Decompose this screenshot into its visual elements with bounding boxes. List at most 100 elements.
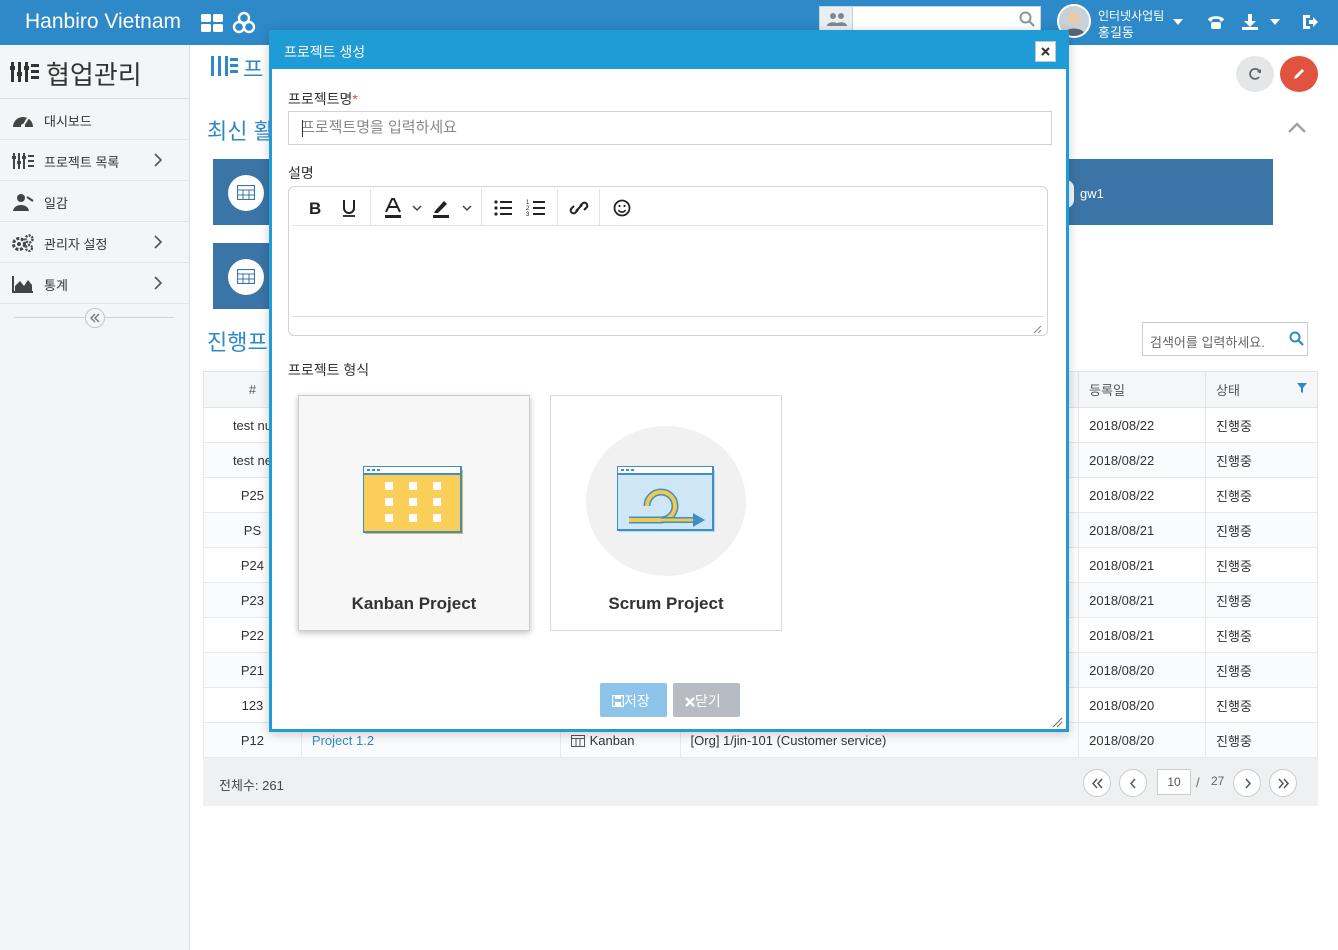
search-icon[interactable] bbox=[1019, 11, 1035, 27]
phone-icon[interactable] bbox=[1206, 12, 1226, 32]
project-search-placeholder: 검색어를 입력하세요. bbox=[1150, 335, 1265, 350]
app-grid-icon[interactable] bbox=[201, 14, 223, 32]
filter-icon[interactable] bbox=[1297, 383, 1307, 393]
save-button[interactable]: 저장 bbox=[600, 683, 667, 717]
create-project-button[interactable] bbox=[1280, 56, 1318, 92]
dashboard-icon bbox=[13, 117, 33, 128]
refresh-button[interactable] bbox=[1236, 56, 1274, 92]
table-footer bbox=[203, 758, 1318, 806]
scrum-project-option[interactable]: Scrum Project bbox=[550, 395, 782, 631]
brand-title[interactable]: Hanbiro Vietnam bbox=[25, 10, 181, 34]
project-list-icon bbox=[12, 153, 34, 169]
table-icon bbox=[237, 269, 255, 284]
top-search-input[interactable] bbox=[853, 6, 1041, 32]
double-chevron-right-icon bbox=[1278, 778, 1290, 789]
hanbiro-logo-icon[interactable] bbox=[232, 11, 256, 35]
sidebar-item-statistics[interactable]: 통계 bbox=[0, 263, 189, 304]
close-button-content: 닫기 bbox=[685, 691, 721, 711]
toolbar-separator bbox=[557, 189, 558, 226]
users-icon bbox=[827, 13, 847, 26]
emoji-icon[interactable] bbox=[612, 197, 632, 219]
cell-date: 2018/08/22 bbox=[1078, 407, 1207, 443]
project-name-input[interactable]: 프로젝트명을 입력하세요 bbox=[288, 111, 1052, 145]
scrum-project-label: Scrum Project bbox=[608, 594, 724, 613]
column-header-date[interactable]: 등록일 bbox=[1078, 371, 1207, 408]
save-button-content: 저장 bbox=[612, 691, 650, 711]
cell-date: 2018/08/20 bbox=[1078, 722, 1207, 758]
floppy-disk-icon bbox=[612, 695, 624, 707]
resize-handle-icon[interactable] bbox=[1033, 325, 1042, 334]
logout-icon[interactable] bbox=[1300, 12, 1320, 32]
sidebar-item-tasks[interactable]: 일감 bbox=[0, 181, 189, 222]
close-label: 닫기 bbox=[695, 693, 721, 709]
cell-date: 2018/08/21 bbox=[1078, 617, 1207, 653]
link-icon[interactable] bbox=[569, 197, 589, 219]
cell-status: 진행중 bbox=[1205, 547, 1318, 583]
sidebar-collapse-button[interactable] bbox=[85, 308, 105, 328]
card-icon bbox=[228, 175, 264, 211]
organization-button[interactable] bbox=[819, 6, 853, 32]
cell-type-label: Kanban bbox=[589, 732, 635, 748]
kanban-project-option[interactable]: Kanban Project bbox=[298, 395, 530, 631]
bullet-list-icon[interactable] bbox=[493, 197, 513, 219]
cell-date: 2018/08/21 bbox=[1078, 512, 1207, 548]
save-label: 저장 bbox=[624, 693, 650, 709]
double-chevron-left-icon bbox=[90, 313, 100, 323]
project-name-label-text: 프로젝트명 bbox=[288, 91, 353, 107]
sidebar-header: 협업관리 bbox=[0, 45, 189, 99]
description-label: 설명 bbox=[288, 165, 314, 181]
required-mark: * bbox=[352, 91, 358, 107]
svg-text:3: 3 bbox=[526, 212, 530, 218]
cell-status: 진행중 bbox=[1205, 722, 1318, 758]
chevron-down-icon[interactable] bbox=[461, 197, 473, 219]
text-cursor bbox=[302, 120, 303, 137]
total-pages: 27 bbox=[1211, 774, 1225, 788]
chevron-left-icon bbox=[1129, 778, 1136, 789]
toolbar-separator bbox=[481, 189, 482, 226]
first-page-button[interactable] bbox=[1083, 769, 1111, 797]
prev-page-button[interactable] bbox=[1119, 769, 1147, 797]
refresh-icon bbox=[1249, 68, 1261, 80]
dialog-close-button[interactable] bbox=[1035, 41, 1056, 62]
sidebar-item-dashboard[interactable]: 대시보드 bbox=[0, 99, 189, 140]
close-button[interactable]: 닫기 bbox=[673, 683, 740, 717]
total-count: 전체수: 261 bbox=[219, 778, 284, 793]
highlight-icon[interactable] bbox=[431, 197, 451, 219]
column-header-status[interactable]: 상태 bbox=[1205, 371, 1318, 408]
project-link[interactable]: Project 1.2 bbox=[312, 733, 374, 748]
sidebar-item-project-list[interactable]: 프로젝트 목록 bbox=[0, 140, 189, 181]
bold-icon[interactable]: B bbox=[307, 197, 323, 219]
chevron-down-icon[interactable] bbox=[411, 197, 423, 219]
scrum-cycle-icon bbox=[617, 466, 715, 532]
sidebar-item-admin-settings[interactable]: 관리자 설정 bbox=[0, 222, 189, 263]
description-editor[interactable]: B 123 bbox=[288, 186, 1048, 336]
project-title-icon bbox=[211, 56, 238, 76]
page-size-input[interactable]: 10 bbox=[1157, 769, 1191, 795]
font-color-icon[interactable] bbox=[383, 197, 403, 219]
dialog-resize-handle-icon[interactable] bbox=[1052, 717, 1063, 728]
numbered-list-icon[interactable]: 123 bbox=[526, 197, 546, 219]
download-icon[interactable] bbox=[1240, 12, 1260, 32]
cell-status: 진행중 bbox=[1205, 582, 1318, 618]
search-icon[interactable] bbox=[1289, 331, 1304, 346]
kanban-board-icon bbox=[363, 466, 463, 534]
sidebar-item-label: 통계 bbox=[44, 278, 68, 293]
sidebar-item-label: 관리자 설정 bbox=[44, 237, 108, 252]
column-header-status-label: 상태 bbox=[1216, 383, 1240, 398]
user-menu-caret-icon[interactable] bbox=[1173, 19, 1183, 25]
next-page-button[interactable] bbox=[1233, 769, 1261, 797]
chevron-right-icon bbox=[154, 276, 163, 290]
cell-date: 2018/08/21 bbox=[1078, 582, 1207, 618]
underline-icon[interactable] bbox=[341, 197, 357, 219]
sidebar-item-label: 대시보드 bbox=[44, 114, 92, 129]
activity-card[interactable] bbox=[213, 243, 273, 309]
chevron-right-icon bbox=[1245, 778, 1252, 789]
chevron-up-icon[interactable] bbox=[1287, 120, 1307, 134]
cell-status: 진행중 bbox=[1205, 652, 1318, 688]
cell-date: 2018/08/22 bbox=[1078, 442, 1207, 478]
download-caret-icon[interactable] bbox=[1270, 19, 1280, 25]
dialog-header[interactable]: 프로젝트 생성 bbox=[272, 33, 1066, 69]
close-icon bbox=[1041, 47, 1050, 56]
last-page-button[interactable] bbox=[1269, 769, 1297, 797]
user-name: 홍길동 bbox=[1098, 25, 1134, 40]
